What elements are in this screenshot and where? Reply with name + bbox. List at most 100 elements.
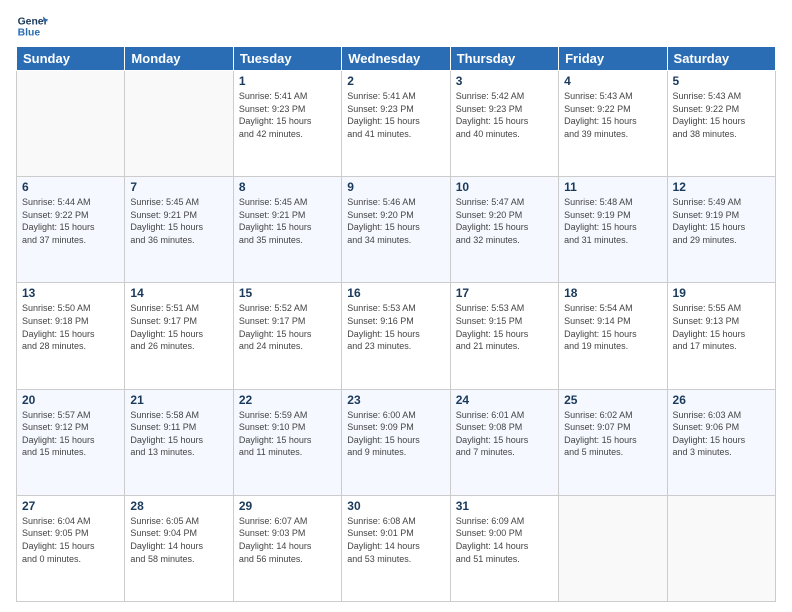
header-monday: Monday bbox=[125, 47, 233, 71]
day-cell: 8 Sunrise: 5:45 AM Sunset: 9:21 PM Daylig… bbox=[233, 177, 341, 283]
day-number: 11 bbox=[564, 180, 661, 194]
day-cell bbox=[17, 71, 125, 177]
header-saturday: Saturday bbox=[667, 47, 775, 71]
day-info: Sunrise: 6:00 AM Sunset: 9:09 PM Dayligh… bbox=[347, 409, 444, 459]
day-number: 23 bbox=[347, 393, 444, 407]
day-number: 10 bbox=[456, 180, 553, 194]
day-info: Sunrise: 5:45 AM Sunset: 9:21 PM Dayligh… bbox=[130, 196, 227, 246]
week-row-5: 27 Sunrise: 6:04 AM Sunset: 9:05 PM Dayli… bbox=[17, 495, 776, 601]
day-info: Sunrise: 5:58 AM Sunset: 9:11 PM Dayligh… bbox=[130, 409, 227, 459]
day-number: 1 bbox=[239, 74, 336, 88]
day-cell: 7 Sunrise: 5:45 AM Sunset: 9:21 PM Daylig… bbox=[125, 177, 233, 283]
day-number: 12 bbox=[673, 180, 770, 194]
page: General Blue SundayMondayTuesdayWednesda… bbox=[0, 0, 792, 612]
day-cell: 2 Sunrise: 5:41 AM Sunset: 9:23 PM Daylig… bbox=[342, 71, 450, 177]
day-info: Sunrise: 5:43 AM Sunset: 9:22 PM Dayligh… bbox=[673, 90, 770, 140]
day-info: Sunrise: 5:43 AM Sunset: 9:22 PM Dayligh… bbox=[564, 90, 661, 140]
day-info: Sunrise: 5:47 AM Sunset: 9:20 PM Dayligh… bbox=[456, 196, 553, 246]
day-number: 20 bbox=[22, 393, 119, 407]
day-cell: 17Sunrise: 5:53 AM Sunset: 9:15 PM Dayli… bbox=[450, 283, 558, 389]
day-info: Sunrise: 5:57 AM Sunset: 9:12 PM Dayligh… bbox=[22, 409, 119, 459]
day-cell: 29 Sunrise: 6:07 AM Sunset: 9:03 PM Dayli… bbox=[233, 495, 341, 601]
day-cell: 4Sunrise: 5:43 AM Sunset: 9:22 PM Daylig… bbox=[559, 71, 667, 177]
day-info: Sunrise: 5:49 AM Sunset: 9:19 PM Dayligh… bbox=[673, 196, 770, 246]
day-number: 8 bbox=[239, 180, 336, 194]
day-number: 9 bbox=[347, 180, 444, 194]
day-cell: 14Sunrise: 5:51 AM Sunset: 9:17 PM Dayli… bbox=[125, 283, 233, 389]
week-row-1: 1 Sunrise: 5:41 AM Sunset: 9:23 PM Daylig… bbox=[17, 71, 776, 177]
day-number: 6 bbox=[22, 180, 119, 194]
day-number: 22 bbox=[239, 393, 336, 407]
day-info: Sunrise: 6:04 AM Sunset: 9:05 PM Dayligh… bbox=[22, 515, 119, 565]
day-number: 13 bbox=[22, 286, 119, 300]
day-number: 26 bbox=[673, 393, 770, 407]
day-cell: 10 Sunrise: 5:47 AM Sunset: 9:20 PM Dayli… bbox=[450, 177, 558, 283]
day-cell: 15Sunrise: 5:52 AM Sunset: 9:17 PM Dayli… bbox=[233, 283, 341, 389]
day-info: Sunrise: 5:53 AM Sunset: 9:15 PM Dayligh… bbox=[456, 302, 553, 352]
day-cell: 1 Sunrise: 5:41 AM Sunset: 9:23 PM Daylig… bbox=[233, 71, 341, 177]
day-cell bbox=[559, 495, 667, 601]
week-row-4: 20 Sunrise: 5:57 AM Sunset: 9:12 PM Dayli… bbox=[17, 389, 776, 495]
day-cell: 23 Sunrise: 6:00 AM Sunset: 9:09 PM Dayli… bbox=[342, 389, 450, 495]
svg-text:Blue: Blue bbox=[18, 28, 41, 39]
day-cell: 27 Sunrise: 6:04 AM Sunset: 9:05 PM Dayli… bbox=[17, 495, 125, 601]
header-wednesday: Wednesday bbox=[342, 47, 450, 71]
day-cell: 13 Sunrise: 5:50 AM Sunset: 9:18 PM Dayli… bbox=[17, 283, 125, 389]
day-number: 18 bbox=[564, 286, 661, 300]
day-info: Sunrise: 6:05 AM Sunset: 9:04 PM Dayligh… bbox=[130, 515, 227, 565]
logo-icon: General Blue bbox=[16, 10, 48, 42]
day-info: Sunrise: 6:03 AM Sunset: 9:06 PM Dayligh… bbox=[673, 409, 770, 459]
day-info: Sunrise: 5:50 AM Sunset: 9:18 PM Dayligh… bbox=[22, 302, 119, 352]
day-info: Sunrise: 5:51 AM Sunset: 9:17 PM Dayligh… bbox=[130, 302, 227, 352]
day-number: 29 bbox=[239, 499, 336, 513]
day-cell: 5Sunrise: 5:43 AM Sunset: 9:22 PM Daylig… bbox=[667, 71, 775, 177]
day-number: 27 bbox=[22, 499, 119, 513]
day-cell: 16Sunrise: 5:53 AM Sunset: 9:16 PM Dayli… bbox=[342, 283, 450, 389]
day-info: Sunrise: 5:52 AM Sunset: 9:17 PM Dayligh… bbox=[239, 302, 336, 352]
day-info: Sunrise: 5:44 AM Sunset: 9:22 PM Dayligh… bbox=[22, 196, 119, 246]
day-cell: 3 Sunrise: 5:42 AM Sunset: 9:23 PM Daylig… bbox=[450, 71, 558, 177]
day-info: Sunrise: 5:48 AM Sunset: 9:19 PM Dayligh… bbox=[564, 196, 661, 246]
header-row: SundayMondayTuesdayWednesdayThursdayFrid… bbox=[17, 47, 776, 71]
day-info: Sunrise: 5:45 AM Sunset: 9:21 PM Dayligh… bbox=[239, 196, 336, 246]
day-cell: 9 Sunrise: 5:46 AM Sunset: 9:20 PM Daylig… bbox=[342, 177, 450, 283]
day-cell: 30 Sunrise: 6:08 AM Sunset: 9:01 PM Dayli… bbox=[342, 495, 450, 601]
day-number: 28 bbox=[130, 499, 227, 513]
day-info: Sunrise: 5:41 AM Sunset: 9:23 PM Dayligh… bbox=[347, 90, 444, 140]
day-info: Sunrise: 6:07 AM Sunset: 9:03 PM Dayligh… bbox=[239, 515, 336, 565]
day-cell: 20 Sunrise: 5:57 AM Sunset: 9:12 PM Dayli… bbox=[17, 389, 125, 495]
day-cell: 28 Sunrise: 6:05 AM Sunset: 9:04 PM Dayli… bbox=[125, 495, 233, 601]
day-number: 7 bbox=[130, 180, 227, 194]
day-number: 3 bbox=[456, 74, 553, 88]
day-number: 31 bbox=[456, 499, 553, 513]
day-info: Sunrise: 6:09 AM Sunset: 9:00 PM Dayligh… bbox=[456, 515, 553, 565]
day-info: Sunrise: 5:42 AM Sunset: 9:23 PM Dayligh… bbox=[456, 90, 553, 140]
day-info: Sunrise: 6:08 AM Sunset: 9:01 PM Dayligh… bbox=[347, 515, 444, 565]
day-cell: 6 Sunrise: 5:44 AM Sunset: 9:22 PM Daylig… bbox=[17, 177, 125, 283]
day-number: 21 bbox=[130, 393, 227, 407]
day-info: Sunrise: 5:41 AM Sunset: 9:23 PM Dayligh… bbox=[239, 90, 336, 140]
calendar-table: SundayMondayTuesdayWednesdayThursdayFrid… bbox=[16, 46, 776, 602]
day-info: Sunrise: 5:59 AM Sunset: 9:10 PM Dayligh… bbox=[239, 409, 336, 459]
day-cell bbox=[125, 71, 233, 177]
day-info: Sunrise: 6:02 AM Sunset: 9:07 PM Dayligh… bbox=[564, 409, 661, 459]
day-info: Sunrise: 5:46 AM Sunset: 9:20 PM Dayligh… bbox=[347, 196, 444, 246]
day-cell: 12 Sunrise: 5:49 AM Sunset: 9:19 PM Dayli… bbox=[667, 177, 775, 283]
top-section: General Blue bbox=[16, 10, 776, 42]
day-info: Sunrise: 5:53 AM Sunset: 9:16 PM Dayligh… bbox=[347, 302, 444, 352]
day-number: 19 bbox=[673, 286, 770, 300]
header-friday: Friday bbox=[559, 47, 667, 71]
day-number: 30 bbox=[347, 499, 444, 513]
day-cell: 25Sunrise: 6:02 AM Sunset: 9:07 PM Dayli… bbox=[559, 389, 667, 495]
day-number: 2 bbox=[347, 74, 444, 88]
day-cell: 22 Sunrise: 5:59 AM Sunset: 9:10 PM Dayli… bbox=[233, 389, 341, 495]
week-row-2: 6 Sunrise: 5:44 AM Sunset: 9:22 PM Daylig… bbox=[17, 177, 776, 283]
header-thursday: Thursday bbox=[450, 47, 558, 71]
day-info: Sunrise: 5:55 AM Sunset: 9:13 PM Dayligh… bbox=[673, 302, 770, 352]
day-cell: 24Sunrise: 6:01 AM Sunset: 9:08 PM Dayli… bbox=[450, 389, 558, 495]
week-row-3: 13 Sunrise: 5:50 AM Sunset: 9:18 PM Dayli… bbox=[17, 283, 776, 389]
day-cell: 18Sunrise: 5:54 AM Sunset: 9:14 PM Dayli… bbox=[559, 283, 667, 389]
logo: General Blue bbox=[16, 10, 48, 42]
header-tuesday: Tuesday bbox=[233, 47, 341, 71]
day-cell: 19 Sunrise: 5:55 AM Sunset: 9:13 PM Dayli… bbox=[667, 283, 775, 389]
